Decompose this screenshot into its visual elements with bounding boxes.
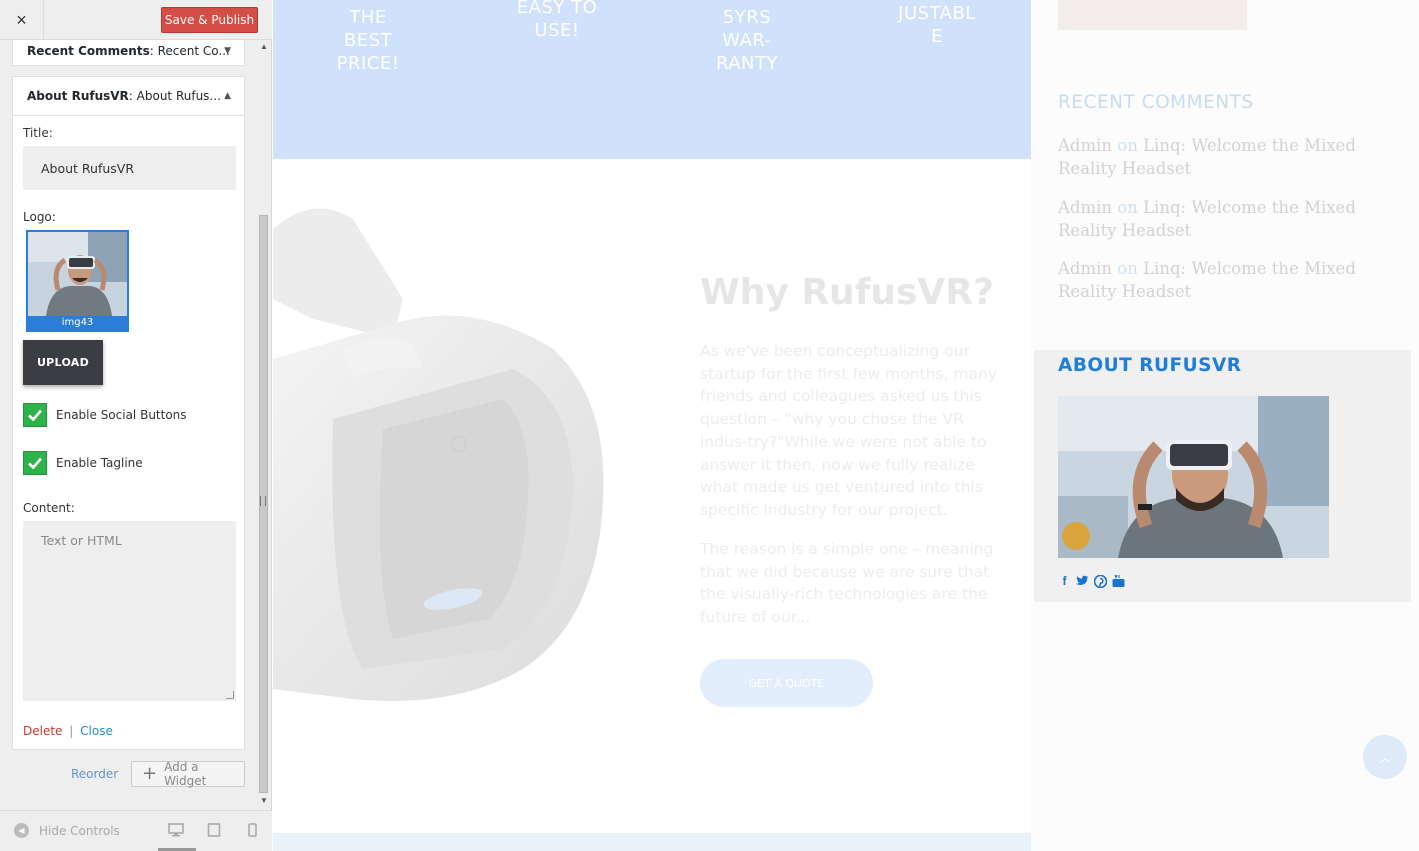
upload-button[interactable]: UPLOAD [23,340,103,385]
feature-text: THE BEST PRICE! [336,7,400,74]
close-link[interactable]: Close [80,724,113,738]
separator: | [69,724,74,738]
about-heading: ABOUT RUFUSVR [1058,355,1242,376]
comment-author[interactable]: Admin [1058,198,1112,217]
features-band: THE BEST PRICE! EASY TO USE! 5YRS WAR- R… [273,0,1031,159]
comment-on: on [1117,198,1138,217]
comment-on: on [1117,259,1138,278]
scroll-up-icon[interactable]: ▲ [260,42,268,51]
about-photo [1058,396,1329,558]
next-section-band [273,833,1031,851]
widget-title: Recent Comments [27,44,150,58]
feature-warranty: 5YRS WAR- RANTY [697,6,797,75]
facebook-icon[interactable]: f [1058,574,1071,588]
title-label: Title: [23,126,53,140]
comment-author[interactable]: Admin [1058,259,1112,278]
tablet-icon[interactable] [207,823,221,837]
content-textarea[interactable]: Text or HTML [23,521,236,701]
vr-headset-image [273,208,604,701]
checkmark-icon [28,409,42,422]
scroll-down-icon[interactable]: ▼ [260,796,268,805]
widget-subtitle: : Recent Co... [149,44,230,58]
widget-actions: Delete | Close [23,724,113,738]
social-links: f [1058,574,1125,588]
plus-icon: + [142,763,158,784]
customizer-panel: Recent Comments : Recent Co... ▼ About R… [0,0,272,851]
back-to-top-button[interactable]: ︿ [1363,735,1407,779]
logo-filename: img43 [61,317,94,328]
title-input-value: About RufusVR [41,160,135,176]
logo-label: Logo: [23,210,56,224]
chevron-up-icon: ︿ [1378,750,1391,765]
checkmark-icon [28,457,42,470]
feature-text: EASY TO USE! [516,0,598,41]
reorder-link[interactable]: Reorder [71,767,118,781]
save-publish-button[interactable]: Save & Publish [161,7,258,33]
why-paragraph-1: As we've been conceptualizing our startu… [700,342,997,519]
widget-title: About RufusVR [27,89,129,103]
feature-best-price: THE BEST PRICE! [333,6,403,75]
youtube-icon[interactable] [1112,574,1125,588]
twitter-icon[interactable] [1076,574,1089,588]
add-widget-label: Add a Widget [164,760,207,788]
chevron-down-icon[interactable]: ▼ [224,46,231,56]
title-input[interactable]: About RufusVR [23,146,236,190]
comment-on: on [1117,136,1138,155]
resize-handle-icon[interactable] [226,691,234,699]
logo-thumbnail[interactable]: img43 [26,230,129,332]
pinterest-icon[interactable] [1094,574,1107,588]
comment-item: Admin on Linq: Welcome the Mixed Reality… [1058,258,1398,303]
widget-list: Recent Comments : Recent Co... ▼ About R… [12,28,245,750]
close-icon[interactable]: × [0,0,44,40]
post-thumbnail[interactable] [1058,0,1247,30]
delete-link[interactable]: Delete [23,724,62,738]
chevron-up-icon[interactable]: ▲ [224,91,231,101]
tagline-checkbox[interactable] [23,451,47,475]
mobile-icon[interactable] [248,823,257,837]
social-buttons-label: Enable Social Buttons [56,408,187,422]
content-placeholder: Text or HTML [41,533,122,548]
logo-image [28,232,127,316]
why-title: Why RufusVR? [700,272,994,313]
tagline-option: Enable Tagline [23,451,234,475]
comment-item: Admin on Linq: Welcome the Mixed Reality… [1058,197,1398,242]
tagline-label: Enable Tagline [56,456,143,470]
customizer-header: × Save & Publish [0,0,272,40]
social-buttons-option: Enable Social Buttons [23,403,234,427]
widget-subtitle: : About Rufus... [128,89,221,103]
add-widget-button[interactable]: + Add a Widget [131,760,245,788]
recent-comments-heading: RECENT COMMENTS [1058,92,1254,113]
widget-about-body: Title: About RufusVR Logo: img43 UPLOAD … [12,116,245,750]
comment-author[interactable]: Admin [1058,136,1112,155]
comment-item: Admin on Linq: Welcome the Mixed Reality… [1058,135,1398,180]
why-section: Why RufusVR? As we've been conceptualizi… [273,159,1031,833]
hide-controls-button[interactable]: ◀ Hide Controls [14,823,120,838]
social-buttons-checkbox[interactable] [23,403,47,427]
hide-controls-label: Hide Controls [39,823,120,838]
feature-text: 5YRS WAR- RANTY [715,7,779,74]
get-quote-button[interactable]: GET A QUOTE [700,659,873,707]
feature-adjustable: JUSTABL E [887,2,987,48]
feature-text: JUSTABL E [898,3,976,47]
desktop-icon[interactable] [168,823,184,837]
resize-grip-icon[interactable] [260,496,266,506]
scrollbar[interactable]: ▲ ▼ [258,40,270,810]
site-preview[interactable]: THE BEST PRICE! EASY TO USE! 5YRS WAR- R… [273,0,1419,851]
customizer-footer: ◀ Hide Controls [0,810,272,851]
why-paragraph-2: The reason is a simple one – meaning tha… [700,540,994,627]
about-widget: ABOUT RUFUSVR f [1034,350,1411,602]
content-label: Content: [23,501,75,515]
collapse-icon: ◀ [14,823,29,838]
widget-about-rufusvr[interactable]: About RufusVR : About Rufus... ▲ [12,76,245,116]
feature-easy-to-use: EASY TO USE! [507,0,607,42]
